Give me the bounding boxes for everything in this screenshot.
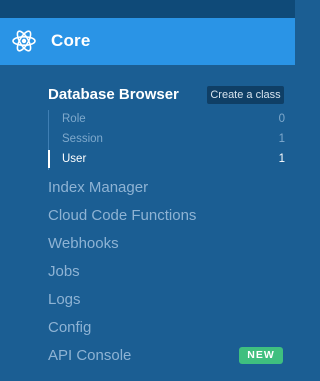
top-strip <box>0 0 295 18</box>
nav-item-config[interactable]: Config <box>48 319 91 336</box>
class-count: 1 <box>278 133 285 145</box>
nav-item-index-manager[interactable]: Index Manager <box>48 179 148 196</box>
atom-icon <box>12 30 36 52</box>
class-count: 1 <box>278 153 285 165</box>
nav-item-logs[interactable]: Logs <box>48 291 81 308</box>
nav-item-jobs[interactable]: Jobs <box>48 263 80 280</box>
class-count: 0 <box>278 113 285 125</box>
class-name: Role <box>62 113 86 125</box>
class-item-session[interactable]: Session 1 <box>49 130 287 148</box>
create-class-button[interactable]: Create a class <box>207 86 284 104</box>
database-browser-title[interactable]: Database Browser <box>48 86 179 103</box>
active-class-marker <box>48 150 50 168</box>
new-badge: NEW <box>239 347 283 364</box>
core-section-header[interactable]: Core <box>0 18 295 65</box>
nav-item-webhooks[interactable]: Webhooks <box>48 235 119 252</box>
class-item-role[interactable]: Role 0 <box>49 110 287 128</box>
nav-item-api-console[interactable]: API Console <box>48 347 131 364</box>
class-name: Session <box>62 133 103 145</box>
class-item-user[interactable]: User 1 <box>48 150 287 168</box>
class-list: Role 0 Session 1 User 1 <box>48 110 287 170</box>
nav-item-cloud-code-functions[interactable]: Cloud Code Functions <box>48 207 196 224</box>
core-title: Core <box>51 31 91 50</box>
class-name: User <box>62 153 87 165</box>
